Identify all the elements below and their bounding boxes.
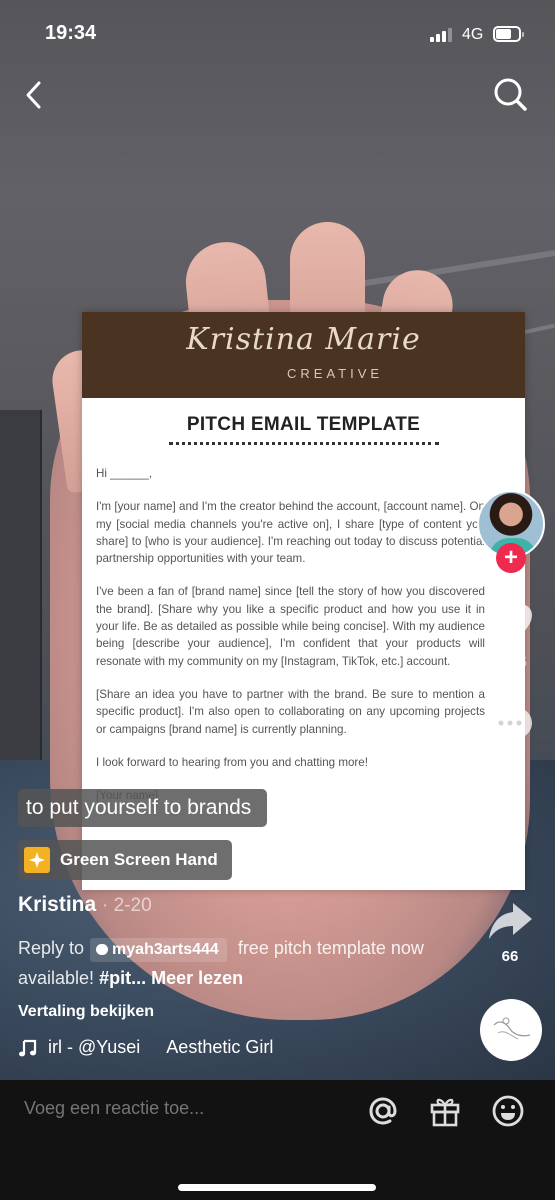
home-indicator[interactable]: [178, 1184, 376, 1191]
author-row[interactable]: Kristina · 2-20: [18, 893, 152, 917]
sound-cover-icon: [493, 1017, 531, 1040]
sound-artist: irl - @Yusei: [48, 1037, 141, 1057]
effect-tag[interactable]: Green Screen Hand: [18, 840, 232, 880]
effect-name: Green Screen Hand: [60, 850, 218, 869]
brand-logo-sub: CREATIVE: [287, 366, 384, 381]
document-paragraph: I've been a fan of [brand name] since [t…: [96, 585, 485, 668]
brand-logo-script: Kristina Marie: [186, 322, 421, 357]
signal-icon: [430, 28, 452, 42]
sound-title: Aesthetic Girl: [166, 1037, 274, 1057]
background-door: [0, 410, 42, 810]
emoji-icon: [492, 1095, 524, 1127]
save-count: 910: [497, 851, 523, 868]
video-caption-overlay: to put yourself to brands: [18, 789, 268, 827]
chevron-left-icon: [26, 81, 41, 109]
music-note-icon: [19, 1039, 37, 1056]
gift-icon: [430, 1098, 460, 1127]
reply-prefix: Reply to: [18, 938, 85, 958]
bookmark-icon: [496, 804, 524, 846]
document-title: PITCH EMAIL TEMPLATE: [186, 414, 421, 435]
comment-bar: [0, 1080, 555, 1200]
back-button[interactable]: [18, 78, 52, 112]
search-icon: [494, 78, 527, 111]
comment-input[interactable]: [24, 1098, 344, 1119]
heart-icon: [488, 604, 532, 644]
network-type: 4G: [462, 26, 484, 43]
sound-link[interactable]: irl - @Yusei Aesthetic Girl: [18, 1037, 273, 1058]
translate-link[interactable]: Vertaling bekijken: [18, 1003, 154, 1021]
comment-button[interactable]: [485, 700, 535, 750]
mention-button[interactable]: [366, 1094, 400, 1128]
author-name[interactable]: Kristina: [18, 893, 96, 916]
follow-button[interactable]: +: [496, 543, 526, 573]
document-paragraph: [Share an idea you have to partner with …: [96, 687, 485, 736]
share-count: 66: [501, 948, 519, 965]
status-time: 19:34: [45, 22, 97, 44]
hashtag-link[interactable]: #pit...: [99, 968, 146, 988]
save-button[interactable]: [485, 800, 535, 850]
background-wall: [356, 250, 555, 288]
video-player[interactable]: Kristina Marie CREATIVE PITCH EMAIL TEMP…: [0, 0, 555, 1080]
mention-icon: [369, 1097, 397, 1125]
post-description: Reply to myah3arts444 free pitch template…: [18, 933, 438, 993]
document-paragraph: I look forward to hearing from you and c…: [96, 755, 368, 769]
comment-count: 47: [501, 754, 519, 771]
search-button[interactable]: [490, 74, 530, 114]
post-date: · 2-20: [102, 895, 152, 916]
document-greeting: Hi ______,: [96, 467, 153, 480]
read-more-link[interactable]: Meer lezen: [151, 968, 243, 988]
comment-icon: [488, 706, 532, 745]
status-bar: 19:34 4G: [0, 0, 555, 70]
document-paragraph: I'm [your name] and I'm the creator behi…: [96, 500, 485, 566]
emoji-button[interactable]: [491, 1094, 525, 1128]
gift-button[interactable]: [428, 1094, 462, 1128]
music-disc-button[interactable]: [480, 999, 542, 1061]
share-arrow-icon: [489, 903, 532, 939]
battery-icon: [493, 26, 524, 42]
effect-sparkle-icon: [24, 847, 50, 873]
document-body: Hi ______, I'm [your name] and I'm the c…: [82, 465, 525, 804]
reply-user-tag[interactable]: myah3arts444: [90, 938, 227, 962]
card-header: Kristina Marie CREATIVE: [82, 312, 525, 398]
like-button[interactable]: [485, 600, 535, 650]
title-divider: [168, 442, 439, 445]
comment-bubble-icon: [96, 944, 109, 955]
like-count: 2235: [493, 654, 527, 671]
share-button[interactable]: [485, 897, 535, 947]
reply-username: myah3arts444: [112, 941, 219, 958]
